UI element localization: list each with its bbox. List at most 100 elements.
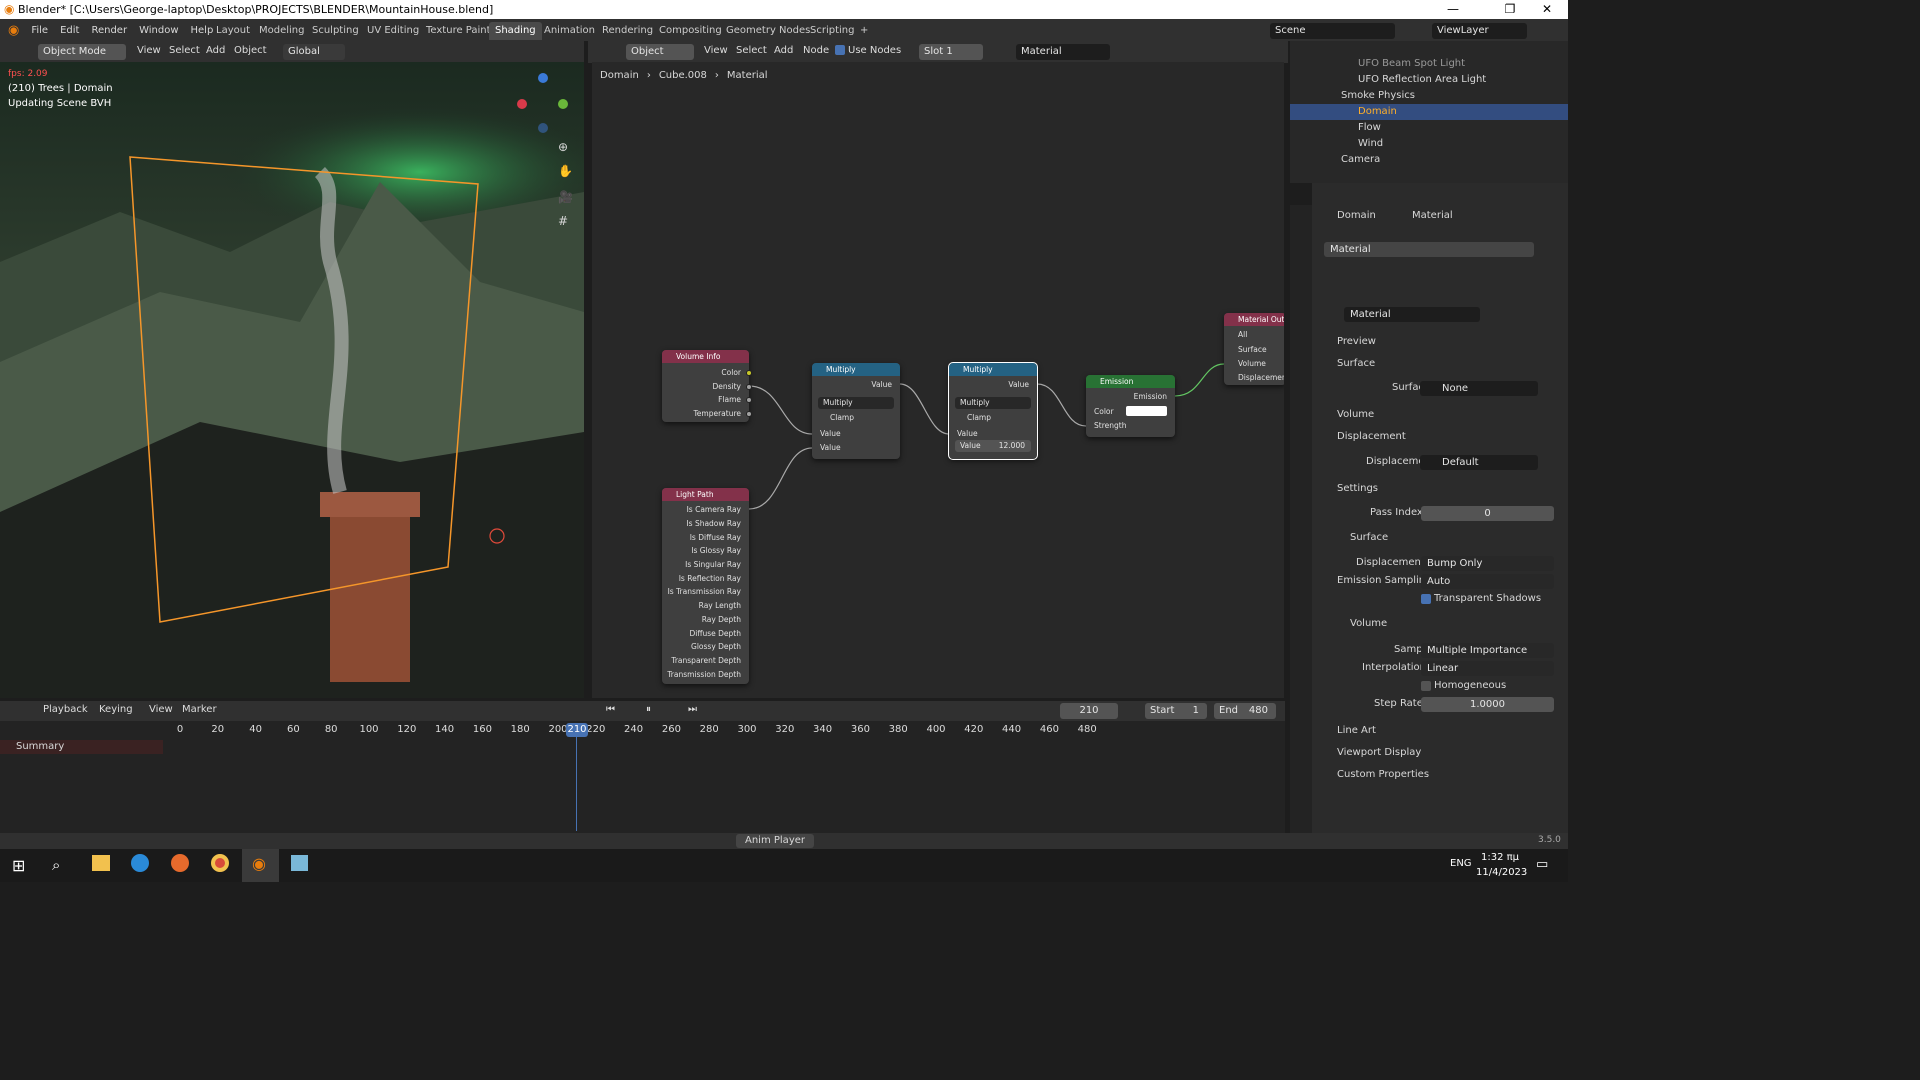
panel-viewport-display[interactable]: Viewport Display <box>1337 747 1421 758</box>
volume-info-node[interactable]: Volume Info Color Density Flame Temperat… <box>662 350 752 422</box>
multiply-1-clamp[interactable]: Clamp <box>830 413 854 422</box>
socket[interactable] <box>746 411 752 417</box>
tab-rendering[interactable]: Rendering <box>596 22 659 40</box>
node-menu-view[interactable]: View <box>704 45 728 56</box>
multiply-node-2[interactable]: Multiply Value Multiply Clamp Value Valu… <box>948 362 1038 460</box>
emission-sampling-dropdown[interactable]: Auto <box>1421 574 1554 589</box>
edge-icon[interactable] <box>131 854 149 872</box>
socket[interactable] <box>746 370 752 376</box>
panel-volume[interactable]: Volume <box>1337 409 1374 420</box>
clock-time[interactable]: 1:32 πμ <box>1480 852 1520 863</box>
outliner-item[interactable]: UFO Reflection Area Light <box>1290 72 1568 88</box>
tab-uv-editing[interactable]: UV Editing <box>361 22 425 40</box>
tab-animation[interactable]: Animation <box>538 22 601 40</box>
viewport-menu-select[interactable]: Select <box>169 45 200 56</box>
node-menu-select[interactable]: Select <box>736 45 767 56</box>
panel-settings[interactable]: Settings <box>1337 483 1378 494</box>
timeline[interactable]: Playback Keying View Marker ⏮ ⏸ ⏭ 210 St… <box>0 701 1285 833</box>
close-button[interactable]: ✕ <box>1524 0 1570 19</box>
language-indicator[interactable]: ENG <box>1450 858 1472 869</box>
outliner-item[interactable]: Flow <box>1290 120 1568 136</box>
minimize-button[interactable]: — <box>1430 0 1476 19</box>
multiply-2-operation-dropdown[interactable]: Multiply <box>955 397 1031 409</box>
pause-icon[interactable]: ⏸ <box>646 704 651 715</box>
outliner-item[interactable]: Wind <box>1290 136 1568 152</box>
sampling-dropdown[interactable]: Multiple Importance <box>1421 643 1554 658</box>
timeline-menu-keying[interactable]: Keying <box>99 704 133 715</box>
material-slot-item[interactable]: Material <box>1324 242 1534 257</box>
displacement-field[interactable]: Default <box>1420 455 1538 470</box>
tab-layout[interactable]: Layout <box>210 22 256 40</box>
material-name-field[interactable]: Material <box>1016 44 1110 60</box>
socket[interactable] <box>746 397 752 403</box>
notifications-icon[interactable]: ▭ <box>1536 857 1548 872</box>
jump-start-icon[interactable]: ⏮ <box>606 704 615 715</box>
summary-channel[interactable]: Summary <box>0 740 163 754</box>
pan-hand-icon[interactable]: ✋ <box>558 164 573 178</box>
slot-dropdown[interactable]: Slot 1 <box>919 44 983 60</box>
multiply-node-1[interactable]: Multiply Value Multiply Clamp Value Valu… <box>812 363 900 459</box>
blender-taskbar-item[interactable]: ◉ <box>242 849 279 882</box>
playhead-frame-label[interactable]: 210 <box>566 723 588 737</box>
tab-modeling[interactable]: Modeling <box>253 22 311 40</box>
outliner[interactable]: UFO Beam Spot Light UFO Reflection Area … <box>1290 41 1568 183</box>
use-nodes-checkbox[interactable] <box>835 45 845 55</box>
properties-editor[interactable]: Domain Material Material Material Previe… <box>1312 183 1568 833</box>
anim-player-button[interactable]: Anim Player <box>736 834 814 848</box>
pass-index-field[interactable]: 0 <box>1421 506 1554 521</box>
multiply-2-clamp[interactable]: Clamp <box>967 413 991 422</box>
tab-shading[interactable]: Shading <box>489 22 542 40</box>
transparent-shadows-checkbox[interactable] <box>1421 594 1431 604</box>
subpanel-surface[interactable]: Surface <box>1350 532 1388 543</box>
multiply-2-value-field[interactable]: Value 12.000 <box>955 440 1031 452</box>
tab-texture-paint[interactable]: Texture Paint <box>420 22 497 40</box>
clock-date[interactable]: 11/4/2023 <box>1476 867 1527 878</box>
scene-selector[interactable]: Scene <box>1270 23 1395 39</box>
node-menu-node[interactable]: Node <box>803 45 829 56</box>
outliner-item-collection[interactable]: Smoke Physics <box>1290 88 1568 104</box>
outliner-item-selected[interactable]: Domain <box>1290 104 1568 120</box>
socket[interactable] <box>746 384 752 390</box>
outliner-item[interactable]: Camera <box>1290 152 1568 168</box>
node-menu-add[interactable]: Add <box>774 45 793 56</box>
transform-orientation-dropdown[interactable]: Global <box>283 44 345 60</box>
timeline-menu-playback[interactable]: Playback <box>43 704 88 715</box>
end-frame-field[interactable]: End 480 <box>1214 703 1276 719</box>
panel-displacement[interactable]: Displacement <box>1337 431 1406 442</box>
interpolation-dropdown[interactable]: Linear <box>1421 661 1554 676</box>
panel-surface[interactable]: Surface <box>1337 358 1375 369</box>
tab-geometry-nodes[interactable]: Geometry Nodes <box>720 22 816 40</box>
viewport-menu-add[interactable]: Add <box>206 45 225 56</box>
view-layer-selector[interactable]: ViewLayer <box>1432 23 1527 39</box>
camera-view-icon[interactable]: 🎥 <box>558 190 573 204</box>
surface-shader-field[interactable]: None <box>1420 381 1538 396</box>
light-path-node[interactable]: Light Path Is Camera Ray Is Shadow Ray I… <box>662 488 749 684</box>
grid-view-icon[interactable]: # <box>558 214 568 228</box>
viewport-menu-view[interactable]: View <box>137 45 161 56</box>
timeline-menu-view[interactable]: View <box>149 704 173 715</box>
material-output-node[interactable]: Material Output All Surface Volume Displ… <box>1224 313 1284 385</box>
tab-compositing[interactable]: Compositing <box>653 22 728 40</box>
material-output-target[interactable]: All <box>1238 330 1247 339</box>
windows-start-icon[interactable]: ⊞ <box>12 856 25 875</box>
emission-color-swatch[interactable] <box>1126 406 1167 416</box>
properties-tabs[interactable] <box>1290 205 1312 833</box>
chrome-icon[interactable] <box>211 854 229 872</box>
current-frame-field[interactable]: 210 <box>1060 703 1118 719</box>
step-rate-field[interactable]: 1.0000 <box>1421 697 1554 712</box>
multiply-1-operation-dropdown[interactable]: Multiply <box>818 397 894 409</box>
firefox-icon[interactable] <box>171 854 189 872</box>
add-workspace-button[interactable]: + <box>854 22 874 40</box>
object-mode-dropdown[interactable]: Object Mode <box>38 44 126 60</box>
timeline-menu-marker[interactable]: Marker <box>182 704 217 715</box>
playhead[interactable] <box>576 731 577 831</box>
outliner-item[interactable]: UFO Beam Spot Light <box>1290 56 1568 72</box>
file-explorer-icon[interactable] <box>92 855 110 871</box>
search-icon[interactable]: ⌕ <box>52 856 60 874</box>
tab-scripting[interactable]: Scripting <box>804 22 860 40</box>
3d-viewport[interactable]: fps: 2.09 (210) Trees | Domain Updating … <box>0 62 584 698</box>
jump-end-icon[interactable]: ⏭ <box>688 704 697 715</box>
subpanel-volume[interactable]: Volume <box>1350 618 1387 629</box>
material-datablock-field[interactable]: Material <box>1344 307 1480 322</box>
panel-preview[interactable]: Preview <box>1337 336 1376 347</box>
